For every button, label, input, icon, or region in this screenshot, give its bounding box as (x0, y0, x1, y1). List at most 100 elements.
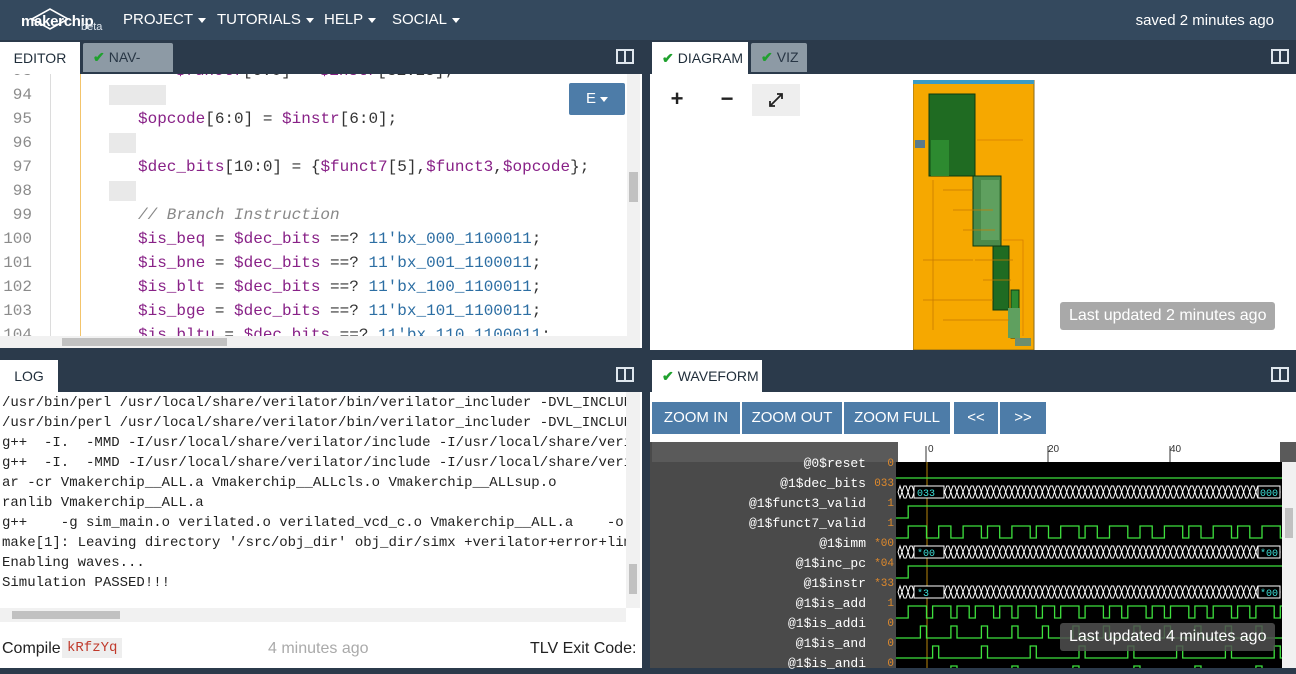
bus-label: 000 (1260, 489, 1278, 500)
vertical-splitter[interactable] (642, 40, 650, 668)
waveform-tabbar: ✔ WAVEFORM (650, 358, 1296, 392)
gutter-divider (50, 74, 51, 348)
split-pane-icon[interactable] (616, 49, 634, 64)
code-token: $is_beq (138, 230, 206, 248)
signal-name[interactable]: @1$is_add (796, 594, 866, 614)
menu-help[interactable]: HELP (324, 11, 377, 28)
ruler-label: 0 (928, 444, 934, 455)
makerchip-logo[interactable]: makerchip beta (18, 4, 108, 36)
split-pane-icon[interactable] (1271, 49, 1289, 64)
code-token: ==? (320, 254, 369, 272)
code-token: [10:0] = { (224, 158, 321, 176)
tab-diagram[interactable]: ✔ DIAGRAM (652, 42, 748, 74)
editor-vertical-scrollbar[interactable] (627, 74, 640, 336)
tab-waveform[interactable]: ✔ WAVEFORM (652, 360, 762, 392)
signal-value: 1 (887, 518, 894, 530)
zoom-full-wave-button[interactable]: ZOOM FULL (844, 402, 950, 434)
ruler-label: 40 (1170, 444, 1182, 455)
bus-label: *00 (917, 548, 935, 560)
code-text: $is_bne = $dec_bits ==? 11'bx_001_110001… (138, 251, 541, 275)
scroll-thumb[interactable] (62, 338, 227, 346)
signal-value: 0 (887, 638, 894, 650)
scroll-thumb[interactable] (12, 611, 120, 619)
scroll-thumb[interactable] (629, 564, 637, 594)
split-pane-icon[interactable] (616, 367, 634, 382)
zoom-in-wave-button[interactable]: ZOOM IN (652, 402, 740, 434)
save-status: saved 2 minutes ago (1135, 12, 1274, 29)
line-number: 99 (12, 206, 32, 224)
line-number: 95 (12, 110, 32, 128)
signal-name[interactable]: @1$instr (804, 574, 866, 594)
signal-name[interactable]: @1$imm (819, 534, 866, 554)
scroll-left-button[interactable]: << (954, 402, 998, 434)
tab-viz-label: VIZ (776, 49, 799, 65)
line-number: 94 (12, 86, 32, 104)
signal-name[interactable]: @0$reset (804, 454, 866, 474)
code-editor[interactable]: 93 $funct7[6:0] = $instr[31:25];9495$opc… (0, 74, 642, 348)
circuit-diagram[interactable] (913, 80, 1035, 350)
blank-line-highlight (109, 133, 136, 153)
signal-name[interactable]: @1$dec_bits (780, 474, 866, 494)
fit-to-screen-button[interactable] (752, 84, 800, 116)
compile-status-bar: Compile kRfzYq 4 minutes ago TLV Exit Co… (0, 624, 642, 668)
code-token: ; (531, 302, 542, 320)
editor-pane: EDITOR ✔NAV-TLV 93 $funct7[6:0] = $instr… (0, 40, 642, 348)
log-horizontal-scrollbar[interactable] (0, 608, 626, 622)
waveform-vertical-scrollbar[interactable] (1282, 462, 1296, 668)
code-token: $instr (320, 74, 378, 80)
tab-log[interactable]: LOG (0, 360, 58, 392)
menu-project[interactable]: PROJECT (123, 11, 207, 28)
check-icon: ✔ (662, 50, 674, 66)
tab-viz[interactable]: ✔ VIZ (751, 43, 807, 72)
bus-trace (897, 484, 1281, 500)
signal-value: *04 (874, 558, 894, 570)
code-text: $is_bge = $dec_bits ==? 11'bx_101_110001… (138, 299, 541, 323)
log-line: Simulation PASSED!!! (2, 575, 171, 591)
diagram-tabbar: ✔ DIAGRAM ✔ VIZ (650, 40, 1296, 74)
tab-editor[interactable]: EDITOR (0, 42, 80, 74)
horizontal-splitter-right[interactable] (650, 350, 1296, 358)
code-token: $is_bne (138, 254, 206, 272)
menu-tutorials[interactable]: TUTORIALS (217, 11, 314, 28)
signal-name[interactable]: @1$is_andi (788, 654, 866, 674)
code-token: $is_blt (138, 278, 206, 296)
signal-name[interactable]: @1$funct3_valid (749, 494, 866, 514)
scroll-right-button[interactable]: >> (1000, 402, 1046, 434)
menu-tutorials-label: TUTORIALS (217, 11, 301, 28)
indent-guide (80, 74, 81, 348)
code-token: [31:25]; (377, 74, 454, 80)
tlv-exit-code-label: TLV Exit Code: (530, 640, 637, 657)
signal-name[interactable]: @1$is_and (796, 634, 866, 654)
editor-menu-button[interactable]: E (569, 83, 625, 115)
split-pane-icon[interactable] (1271, 367, 1289, 382)
zoom-out-button[interactable]: − (703, 84, 751, 116)
signal-name[interactable]: @1$inc_pc (796, 554, 866, 574)
bus-label: *3 (917, 588, 929, 600)
check-icon: ✔ (761, 49, 773, 65)
log-line: /usr/bin/perl /usr/local/share/verilator… (2, 415, 626, 431)
code-token: $dec_bits (234, 278, 321, 296)
tab-nav-tlv[interactable]: ✔NAV-TLV (83, 43, 173, 94)
horizontal-splitter-left[interactable] (0, 348, 642, 358)
signal-name[interactable]: @1$funct7_valid (749, 514, 866, 534)
line-number: 100 (3, 230, 32, 248)
signal-name[interactable]: @1$is_addi (788, 614, 866, 634)
digital-trace (896, 605, 1282, 619)
menu-social[interactable]: SOCIAL (392, 11, 461, 28)
zoom-out-wave-button[interactable]: ZOOM OUT (742, 402, 842, 434)
signal-value: 1 (887, 498, 894, 510)
scroll-thumb[interactable] (1285, 508, 1293, 538)
bus-label: 033 (917, 489, 935, 500)
code-token: 11'bx_001_1100011 (368, 254, 532, 272)
zoom-in-button[interactable]: + (653, 84, 701, 116)
code-token: ; (531, 230, 542, 248)
code-token: [5], (387, 158, 427, 176)
top-navbar: makerchip beta PROJECT TUTORIALS HELP SO… (0, 0, 1296, 40)
log-vertical-scrollbar[interactable] (626, 392, 640, 608)
scroll-thumb[interactable] (629, 172, 638, 202)
signal-value: *00 (874, 538, 894, 550)
compile-id[interactable]: kRfzYq (62, 638, 123, 658)
code-text: // Branch Instruction (138, 203, 340, 227)
ruler-label: 20 (1048, 444, 1060, 455)
editor-horizontal-scrollbar[interactable] (0, 336, 640, 348)
